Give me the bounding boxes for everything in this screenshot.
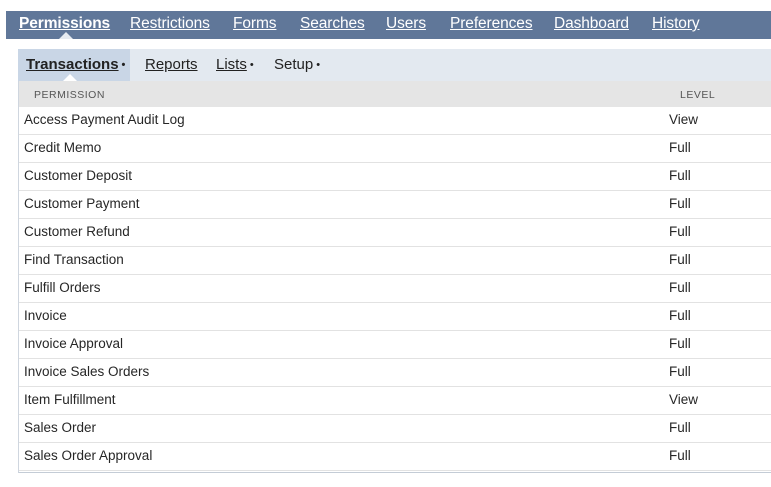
permission-level: Full [669,420,691,435]
permission-level: Full [669,224,691,239]
permission-name: Sales Order Approval [24,448,153,463]
permission-level: Full [669,336,691,351]
sub-tab-bar: Transactions • Reports Lists • Setup • [18,49,771,81]
tab-searches[interactable]: Searches [300,15,365,33]
permissions-table: PERMISSION LEVEL Access Payment Audit Lo… [18,81,771,473]
main-tab-bar: Permissions Restrictions Forms Searches … [6,11,771,39]
tab-history[interactable]: History [652,15,700,33]
permission-name: Customer Payment [24,196,140,211]
permission-name: Sales Order [24,420,97,435]
permission-level: Full [669,308,691,323]
permission-name: Item Fulfillment [24,392,116,407]
permission-level: Full [669,140,691,155]
active-tab-indicator [59,32,73,39]
column-header-permission[interactable]: PERMISSION [34,89,105,101]
permission-name: Find Transaction [24,252,124,267]
table-row[interactable]: Customer Deposit Full [19,163,771,191]
table-row[interactable]: Customer Payment Full [19,191,771,219]
permission-name: Invoice [24,308,67,323]
table-row[interactable]: Credit Memo Full [19,135,771,163]
table-row[interactable]: Fulfill Orders Full [19,275,771,303]
table-header: PERMISSION LEVEL [19,81,771,107]
permission-level: Full [669,448,691,463]
tab-forms[interactable]: Forms [233,15,277,33]
subtab-setup[interactable]: Setup • [274,56,320,73]
permission-level: View [669,392,699,407]
table-row[interactable]: Invoice Sales Orders Full [19,359,771,387]
permission-level: Full [669,196,691,211]
table-row[interactable]: Sales Order Full [19,415,771,443]
active-subtab-indicator [63,74,77,81]
permission-name: Invoice Approval [24,336,124,351]
tab-users[interactable]: Users [386,15,426,33]
column-header-level[interactable]: LEVEL [680,89,715,101]
table-row[interactable]: Item Fulfillment View [19,387,771,415]
permission-name: Invoice Sales Orders [24,364,150,379]
permission-name: Credit Memo [24,140,102,155]
table-row[interactable]: Customer Refund Full [19,219,771,247]
permission-name: Fulfill Orders [24,280,101,295]
table-row[interactable]: Invoice Full [19,303,771,331]
permission-level: Full [669,168,691,183]
permission-name: Customer Refund [24,224,130,239]
subtab-reports[interactable]: Reports [145,56,198,73]
permission-name: Access Payment Audit Log [24,112,185,127]
permission-level: Full [669,280,691,295]
table-row[interactable]: Invoice Approval Full [19,331,771,359]
table-row[interactable]: Access Payment Audit Log View [19,107,771,135]
tab-permissions[interactable]: Permissions [19,15,110,33]
permission-level: Full [669,252,691,267]
table-row[interactable]: Find Transaction Full [19,247,771,275]
permission-name: Customer Deposit [24,168,133,183]
subtab-transactions[interactable]: Transactions • [26,56,125,73]
permission-level: View [669,112,699,127]
tab-preferences[interactable]: Preferences [450,15,533,33]
tab-dashboard[interactable]: Dashboard [554,15,629,33]
subtab-lists[interactable]: Lists • [216,56,254,73]
tab-restrictions[interactable]: Restrictions [130,15,210,33]
permission-level: Full [669,364,691,379]
table-row[interactable]: Sales Order Approval Full [19,443,771,471]
